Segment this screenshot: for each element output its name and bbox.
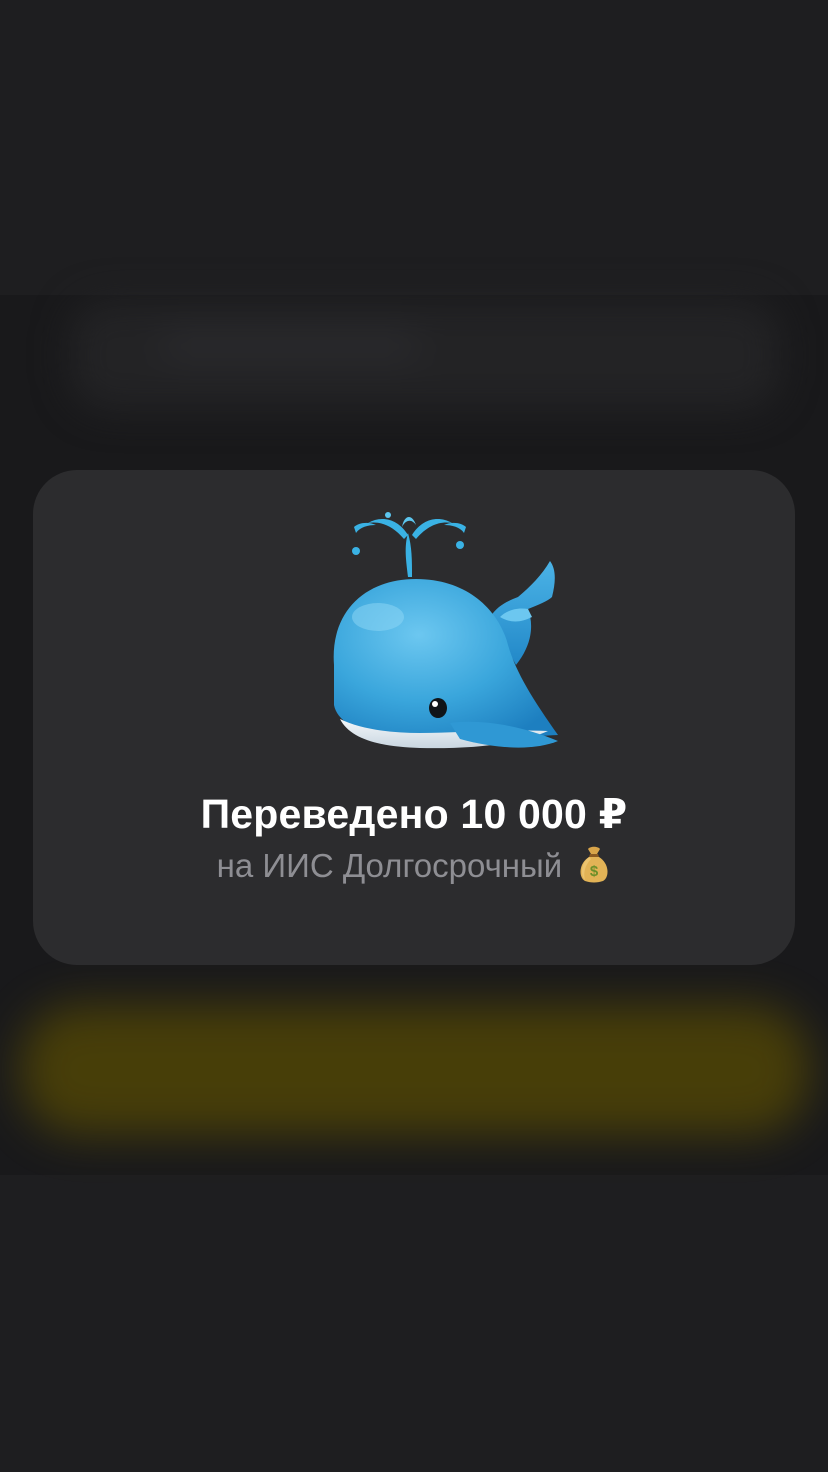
transfer-destination-row: на ИИС Долгосрочный $ — [0, 843, 828, 885]
money-bag-icon: $ — [580, 846, 608, 883]
svg-text:$: $ — [590, 863, 599, 880]
screen: Переведено 10 000 ₽ на ИИС Долгосрочный … — [0, 0, 828, 1472]
blurred-background-header — [70, 300, 780, 410]
blurred-background-yellow-button — [20, 1005, 810, 1135]
blurred-background-text — [160, 330, 420, 360]
spouting-whale-icon — [333, 512, 558, 749]
transfer-destination-text: на ИИС Долгосрочный — [216, 847, 563, 884]
transfer-amount-title: Переведено 10 000 ₽ — [200, 791, 628, 837]
